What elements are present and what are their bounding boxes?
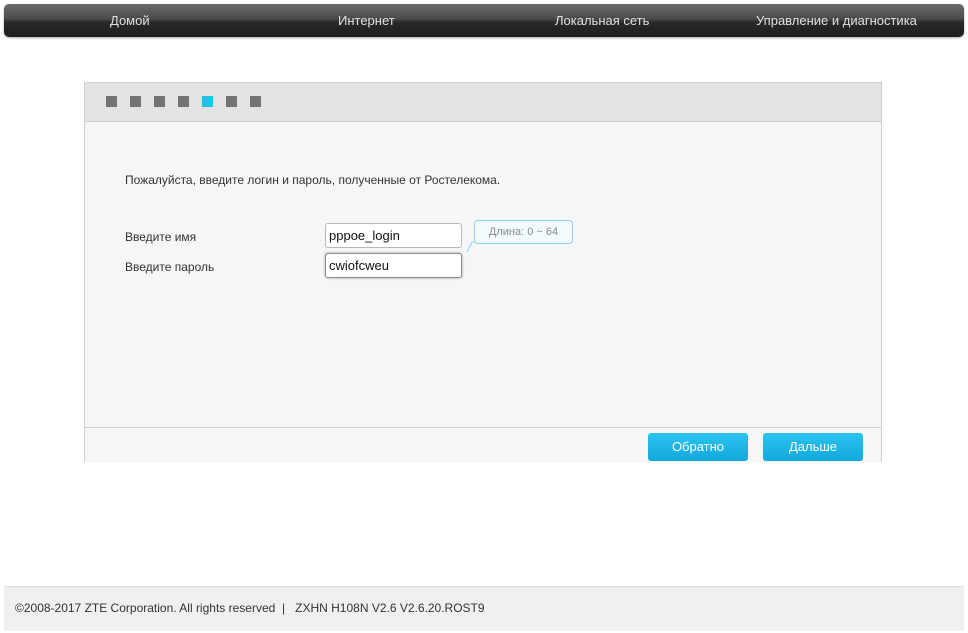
wizard-step-2: [130, 96, 141, 107]
username-label: Введите имя: [125, 230, 197, 244]
wizard-step-3: [154, 96, 165, 107]
copyright-text: ©2008-2017 ZTE Corporation. All rights r…: [15, 601, 276, 615]
back-button[interactable]: Обратно: [648, 433, 748, 461]
page-footer: ©2008-2017 ZTE Corporation. All rights r…: [4, 586, 964, 631]
password-label: Введите пароль: [125, 260, 215, 274]
next-button[interactable]: Дальше: [763, 433, 863, 461]
firmware-version: ZXHN H108N V2.6 V2.6.20.ROST9: [295, 601, 485, 615]
top-navigation-bar: Домой Интернет Локальная сеть Управление…: [4, 4, 964, 37]
username-input[interactable]: [325, 223, 462, 248]
password-input[interactable]: [325, 253, 462, 278]
footer-text: ©2008-2017 ZTE Corporation. All rights r…: [15, 601, 485, 615]
wizard-step-6: [226, 96, 237, 107]
length-hint-tooltip: Длина: 0 ~ 64: [474, 220, 573, 244]
nav-item-internet[interactable]: Интернет: [338, 4, 395, 37]
wizard-step-1: [106, 96, 117, 107]
wizard-step-5-active: [202, 96, 213, 107]
wizard-footer: Обратно Дальше: [85, 427, 881, 462]
footer-separator: |: [281, 601, 286, 615]
nav-item-home[interactable]: Домой: [110, 4, 150, 37]
wizard-step-indicator: [85, 83, 881, 122]
nav-item-management-diagnostics[interactable]: Управление и диагностика: [756, 4, 917, 37]
setup-wizard-panel: Пожалуйста, введите логин и пароль, полу…: [84, 82, 882, 462]
nav-item-local-network[interactable]: Локальная сеть: [555, 4, 649, 37]
wizard-step-7: [250, 96, 261, 107]
wizard-step-4: [178, 96, 189, 107]
wizard-instructions: Пожалуйста, введите логин и пароль, полу…: [125, 173, 501, 187]
